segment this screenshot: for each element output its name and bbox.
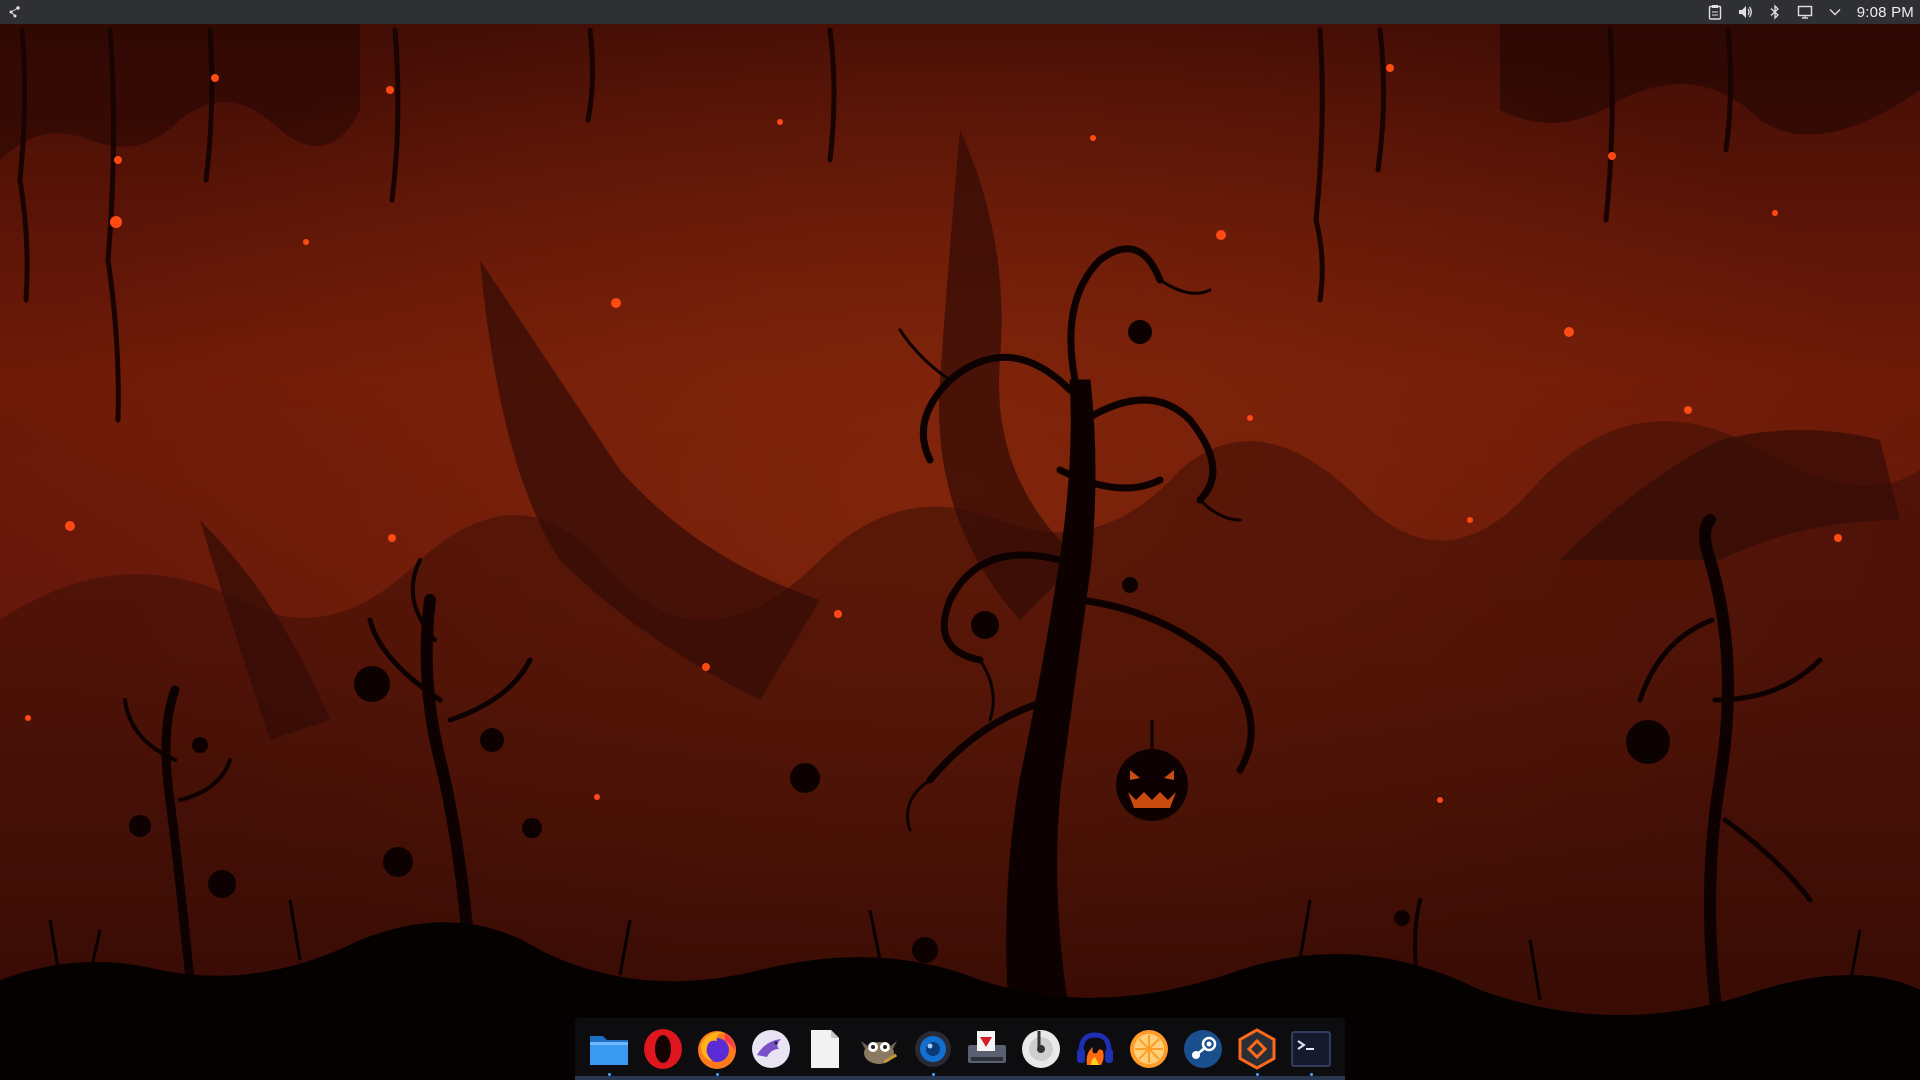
- music-disc-icon[interactable]: [1019, 1024, 1063, 1074]
- volume-icon[interactable]: [1737, 4, 1753, 20]
- gimp-icon[interactable]: [857, 1024, 901, 1074]
- kde-launcher-icon[interactable]: [6, 3, 24, 21]
- bluetooth-icon[interactable]: [1767, 4, 1783, 20]
- dock-bottom-strip: [575, 1076, 1345, 1080]
- mail-eagle-icon[interactable]: [749, 1024, 793, 1074]
- text-editor-icon[interactable]: [803, 1024, 847, 1074]
- halloween-forest-wallpaper: [0, 0, 1920, 1080]
- pdf-tool-icon[interactable]: [965, 1024, 1009, 1074]
- chevron-down-icon[interactable]: [1827, 4, 1843, 20]
- desktop-wallpaper: [0, 0, 1920, 1080]
- steam-icon[interactable]: [1181, 1024, 1225, 1074]
- display-icon[interactable]: [1797, 4, 1813, 20]
- clipboard-icon[interactable]: [1707, 4, 1723, 20]
- opera-icon[interactable]: [641, 1024, 685, 1074]
- clock[interactable]: 9:08 PM: [1857, 4, 1914, 21]
- audio-fire-icon[interactable]: [1073, 1024, 1117, 1074]
- system-tray: [1707, 4, 1843, 20]
- firefox-icon[interactable]: [695, 1024, 739, 1076]
- dock: [575, 1018, 1345, 1080]
- camera-icon[interactable]: [911, 1024, 955, 1076]
- file-manager-icon[interactable]: [587, 1024, 631, 1076]
- orange-icon[interactable]: [1127, 1024, 1171, 1074]
- hexagon-app-icon[interactable]: [1235, 1024, 1279, 1076]
- terminal-icon[interactable]: [1289, 1024, 1333, 1076]
- top-panel: 9:08 PM: [0, 0, 1920, 24]
